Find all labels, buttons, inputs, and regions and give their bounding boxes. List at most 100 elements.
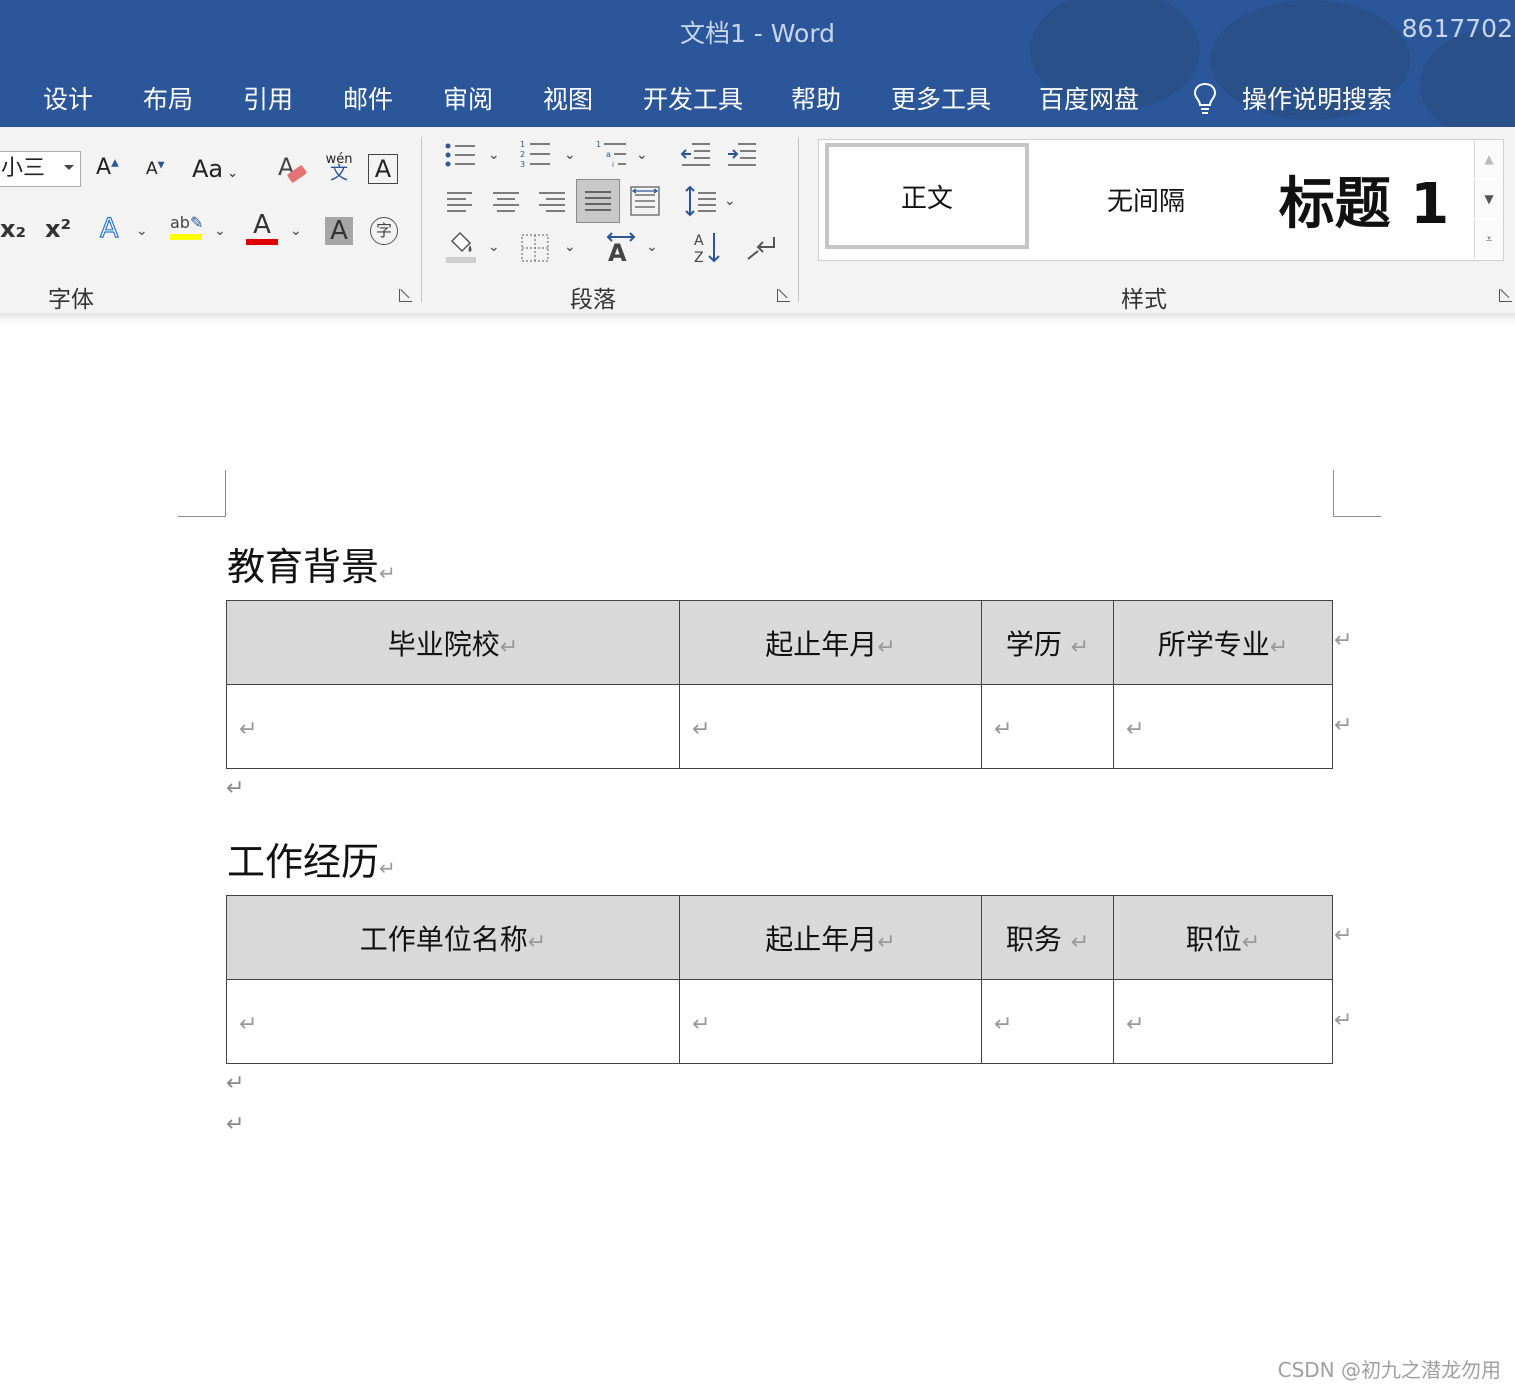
table-cell[interactable]: ↵ [226,979,680,1064]
font-dialog-launcher-icon[interactable] [399,289,412,302]
svg-text:A: A [694,233,704,249]
table-cell[interactable]: ↵ [981,979,1114,1064]
decrease-indent-icon[interactable] [680,141,712,169]
show-hide-marks-icon[interactable] [744,233,778,263]
table-row: ↵ ↵ ↵ ↵ [226,979,1333,1064]
lightbulb-icon[interactable] [1192,80,1218,116]
table-cell[interactable]: ↵ [226,684,680,769]
tab-layout[interactable]: 布局 [143,80,193,116]
chevron-down-icon[interactable]: ⌄ [564,147,576,163]
table-cell[interactable]: ↵ [679,979,982,1064]
header-text: 所学专业 [1157,627,1270,661]
style-no-spacing[interactable]: 无间隔 [1041,140,1251,258]
text-direction-icon[interactable]: A [604,231,640,263]
shading-icon[interactable] [444,231,478,265]
change-case-button[interactable]: Aa ⌄ [192,155,238,183]
work-experience-table[interactable]: 工作单位名称↵ 起止年月↵ 职务 ↵ 职位↵ ↵ ↵ ↵ ↵ [226,895,1333,1064]
font-color-icon[interactable]: A [246,211,278,245]
align-center-icon[interactable] [492,189,520,215]
tab-baidu-netdisk[interactable]: 百度网盘 [1039,80,1139,116]
style-normal[interactable]: 正文 [825,143,1029,249]
font-size-select[interactable]: 小三 [0,151,81,187]
svg-text:Z: Z [694,250,704,265]
account-name[interactable]: 8617702 [1402,14,1513,43]
font-size-value: 小三 [1,156,46,181]
enclose-characters-icon[interactable]: 字 [370,217,398,245]
table-header-cell[interactable]: 起止年月↵ [679,895,982,980]
multilevel-list-icon[interactable]: 1ai [596,139,630,171]
table-header-row: 工作单位名称↵ 起止年月↵ 职务 ↵ 职位↵ [226,895,1333,980]
chevron-down-icon[interactable]: ⌄ [724,193,736,209]
gallery-scroll-down-icon[interactable]: ▼ [1474,180,1503,218]
row-end-mark: ↵ [1334,628,1353,653]
chevron-down-icon[interactable]: ⌄ [646,239,658,255]
character-shading-icon[interactable]: A [325,217,353,245]
chevron-down-icon[interactable]: ⌄ [488,147,500,163]
align-right-icon[interactable] [538,189,566,215]
tab-references[interactable]: 引用 [243,80,293,116]
table-cell[interactable]: ↵ [1113,684,1333,769]
character-border-icon[interactable]: A [368,154,398,184]
distributed-icon[interactable] [629,185,661,217]
sort-icon[interactable]: A Z [694,231,722,265]
tab-review[interactable]: 审阅 [443,80,493,116]
gallery-scroll-up-icon[interactable]: ▲ [1474,140,1503,178]
bullets-icon[interactable] [444,141,478,171]
education-table[interactable]: 毕业院校↵ 起止年月↵ 学历 ↵ 所学专业↵ ↵ ↵ ↵ ↵ [226,600,1333,769]
increase-indent-icon[interactable] [726,141,758,169]
table-header-cell[interactable]: 学历 ↵ [981,600,1114,685]
font-group-label: 字体 [48,287,94,313]
table-header-cell[interactable]: 毕业院校↵ [226,600,680,685]
paragraph-mark[interactable]: ↵ [226,1112,244,1137]
chevron-down-icon[interactable]: ⌄ [564,239,576,255]
chevron-down-icon[interactable]: ⌄ [214,223,226,239]
justify-button[interactable] [576,179,620,223]
phonetic-guide-icon[interactable]: wén 文 [325,153,353,183]
gallery-more-icon[interactable]: ⩡ [1474,220,1503,258]
table-cell[interactable]: ↵ [981,684,1114,769]
subscript-icon[interactable]: x₂ [0,215,26,243]
group-separator [798,137,799,302]
superscript-icon[interactable]: x² [45,215,71,243]
table-cell[interactable]: ↵ [679,684,982,769]
tab-view[interactable]: 视图 [543,80,593,116]
paragraph-mark[interactable]: ↵ [226,776,244,801]
numbering-icon[interactable]: 123 [520,139,554,171]
tab-mailings[interactable]: 邮件 [343,80,393,116]
header-text: 工作单位名称 [359,922,528,956]
tab-developer[interactable]: 开发工具 [643,80,743,116]
table-header-cell[interactable]: 工作单位名称↵ [226,895,680,980]
line-spacing-icon[interactable] [684,185,718,217]
chevron-down-icon[interactable]: ⌄ [136,223,148,239]
borders-icon[interactable] [520,233,550,263]
grow-font-icon[interactable]: A▲ [96,155,119,180]
chevron-down-icon[interactable]: ⌄ [290,223,302,239]
chevron-down-icon[interactable]: ⌄ [488,239,500,255]
style-heading-1[interactable]: 标题 1 [1259,140,1469,258]
paragraph-dialog-launcher-icon[interactable] [777,289,790,302]
change-case-label: Aa [192,155,224,183]
svg-text:3: 3 [520,160,525,169]
styles-dialog-launcher-icon[interactable] [1499,289,1512,302]
shrink-font-icon[interactable]: A▼ [146,159,165,179]
highlight-color-icon[interactable]: ab✎ [170,213,203,240]
header-text: 职位 [1185,922,1242,956]
table-header-cell[interactable]: 起止年月↵ [679,600,982,685]
svg-text:i: i [612,161,614,169]
tab-more-tools[interactable]: 更多工具 [891,80,991,116]
tell-me-search[interactable]: 操作说明搜索 [1242,80,1392,116]
tab-design[interactable]: 设计 [43,80,93,116]
tab-help[interactable]: 帮助 [791,80,841,116]
section-heading[interactable]: 教育背景↵ [227,536,396,591]
cell-mark: ↵ [877,929,896,955]
chevron-down-icon[interactable]: ⌄ [636,147,648,163]
table-header-cell[interactable]: 所学专业↵ [1113,600,1333,685]
align-left-icon[interactable] [446,189,474,215]
clear-formatting-icon[interactable]: A [276,151,310,189]
table-header-cell[interactable]: 职位↵ [1113,895,1333,980]
table-cell[interactable]: ↵ [1113,979,1333,1064]
table-header-cell[interactable]: 职务 ↵ [981,895,1114,980]
text-effects-icon[interactable]: A [99,212,119,244]
section-heading[interactable]: 工作经历↵ [227,831,396,886]
paragraph-mark[interactable]: ↵ [226,1071,244,1096]
